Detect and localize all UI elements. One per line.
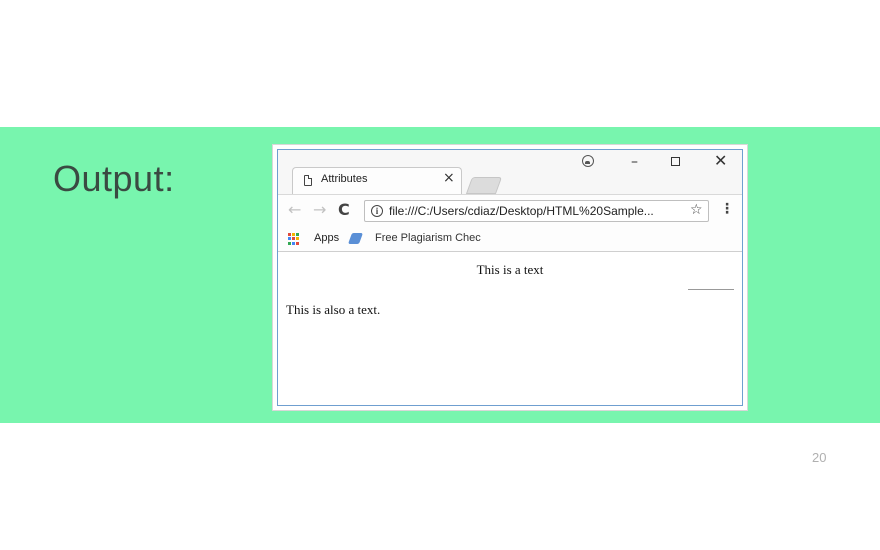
kebab-menu-icon[interactable]: ⋮ [720, 201, 734, 217]
bookmark-apps[interactable]: Apps [314, 232, 339, 244]
tab-attributes[interactable]: Attributes × [292, 167, 462, 194]
apps-grid-icon[interactable] [288, 233, 300, 245]
tab-title: Attributes [321, 173, 368, 185]
reload-icon[interactable]: C [338, 200, 350, 219]
slide-page-number: 20 [812, 450, 827, 465]
plagiarism-favicon-icon [347, 233, 364, 244]
address-bar[interactable]: i file:///C:/Users/cdiaz/Desktop/HTML%20… [364, 200, 709, 222]
centered-paragraph: This is a text [476, 262, 544, 277]
bookmark-free-plagiarism-checker[interactable]: Free Plagiarism Chec [375, 232, 481, 244]
bookmarks-bar: Apps Free Plagiarism Chec [278, 227, 742, 252]
bookmark-star-icon[interactable]: ☆ [690, 202, 703, 218]
close-window-icon[interactable]: ✕ [714, 151, 727, 170]
browser-screenshot: Attributes × – ✕ ← → C i file:///C:/User… [273, 145, 747, 410]
new-tab-button[interactable] [465, 177, 503, 194]
title-bar: Attributes × – ✕ [278, 150, 742, 194]
horizontal-rule [688, 289, 734, 290]
minimize-icon[interactable]: – [631, 154, 638, 170]
browser-window: Attributes × – ✕ ← → C i file:///C:/User… [277, 149, 743, 406]
forward-arrow-icon[interactable]: → [313, 200, 326, 219]
info-icon[interactable]: i [371, 205, 383, 217]
url-text[interactable]: file:///C:/Users/cdiaz/Desktop/HTML%20Sa… [389, 204, 654, 218]
page-content: This is a text This is also a text. [278, 252, 742, 405]
left-paragraph: This is also a text. [286, 302, 381, 317]
document-icon [304, 175, 312, 186]
browser-toolbar: ← → C i file:///C:/Users/cdiaz/Desktop/H… [278, 194, 742, 227]
profile-icon[interactable] [582, 155, 594, 167]
back-arrow-icon[interactable]: ← [288, 200, 301, 219]
tab-close-icon[interactable]: × [443, 170, 455, 186]
output-label: Output: [53, 158, 175, 199]
maximize-icon[interactable] [671, 157, 680, 166]
